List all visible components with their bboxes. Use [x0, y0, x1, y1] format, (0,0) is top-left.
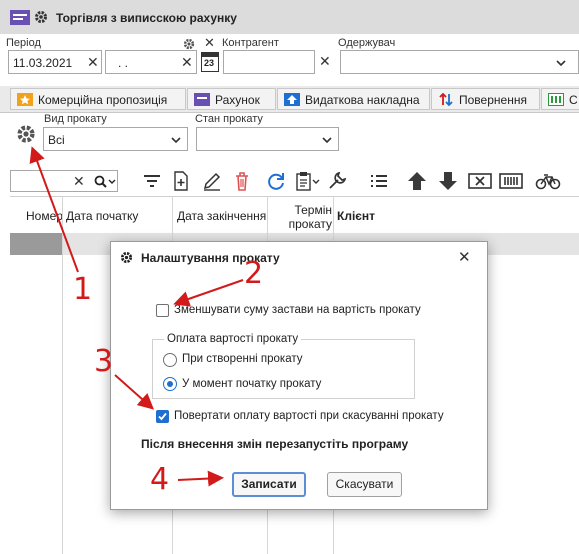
annotation-number-4: 4: [150, 462, 170, 497]
annotation-number-2: 2: [244, 256, 264, 291]
annotation-number-1: 1: [73, 272, 93, 307]
annotation-number-3: 3: [94, 344, 114, 379]
arrow-1: [29, 146, 79, 273]
arrow-2: [173, 279, 244, 307]
arrow-3: [114, 374, 154, 410]
arrow-4: [177, 470, 224, 487]
